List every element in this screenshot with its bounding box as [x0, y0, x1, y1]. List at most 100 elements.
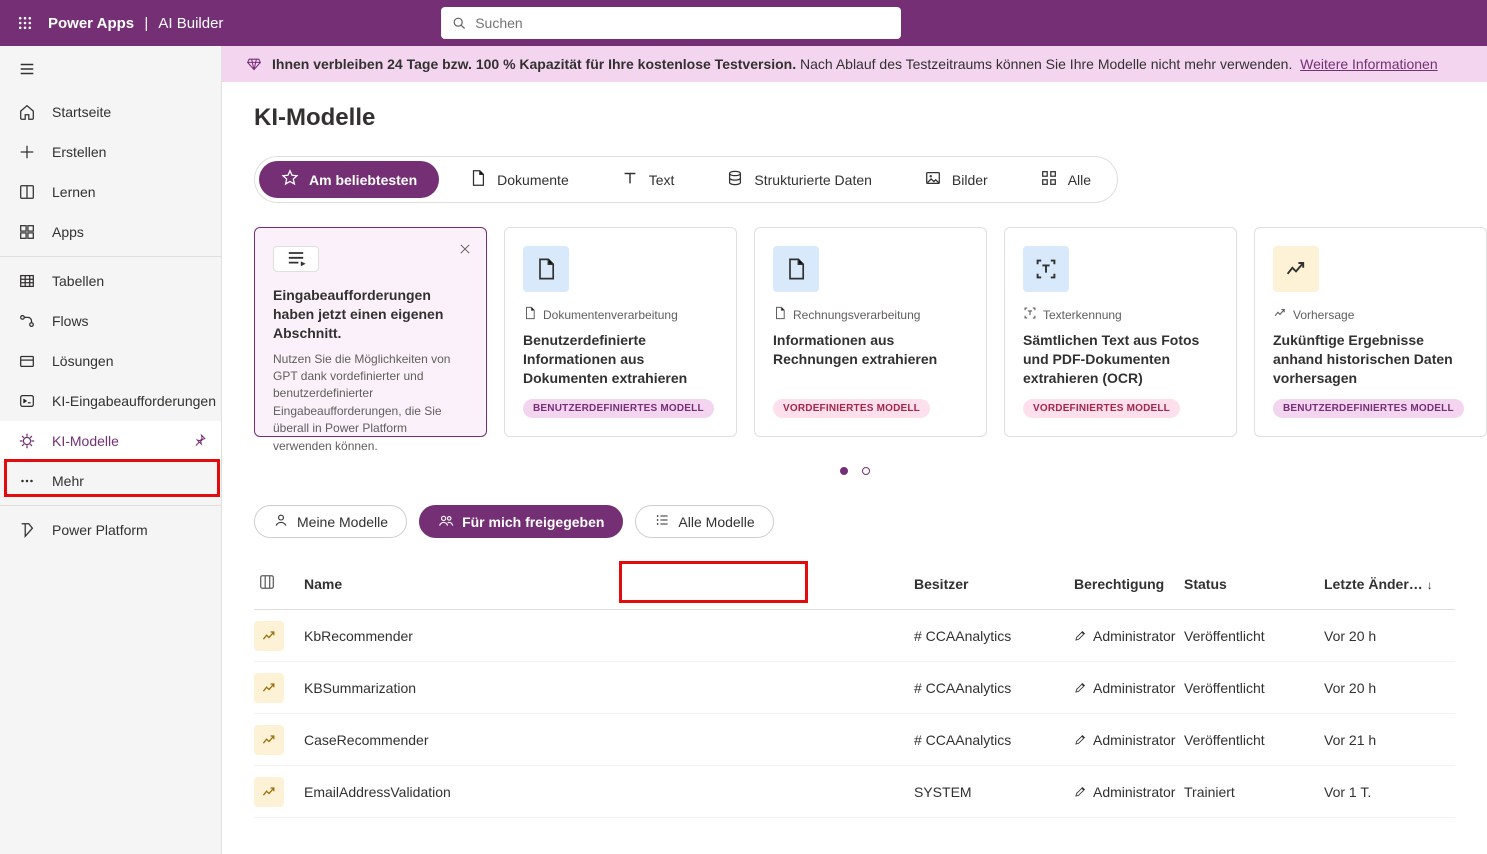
app-icon — [18, 223, 36, 241]
group-icon — [438, 512, 454, 531]
nav-item-book[interactable]: Lernen — [0, 172, 221, 212]
cell-mod: Vor 20 h — [1324, 680, 1464, 696]
pin-icon[interactable] — [193, 433, 207, 450]
col-perm[interactable]: Berechtigung — [1074, 576, 1184, 592]
table-icon — [18, 272, 36, 290]
cell-name: KbRecommender — [304, 628, 914, 644]
more-icon — [18, 472, 36, 490]
model-card[interactable]: Texterkennung Sämtlichen Text aus Fotos … — [1004, 227, 1237, 437]
flow-icon — [18, 312, 36, 330]
cell-owner: # CCAAnalytics — [914, 680, 1074, 696]
trend-icon — [1273, 306, 1287, 323]
banner-more-link[interactable]: Weitere Informationen — [1300, 56, 1437, 72]
trend-icon — [1273, 246, 1319, 292]
model-card[interactable]: Dokumentenverarbeitung Benutzerdefiniert… — [504, 227, 737, 437]
page-title: KI-Modelle — [254, 104, 1487, 132]
cell-perm: Administrator — [1074, 732, 1184, 748]
model-type-badge: BENUTZERDEFINIERTES MODELL — [1273, 399, 1464, 418]
nav-collapse-button[interactable] — [0, 46, 221, 92]
cell-name: CaseRecommender — [304, 732, 914, 748]
cell-status: Veröffentlicht — [1184, 732, 1324, 748]
nav-item-solution[interactable]: Lösungen — [0, 341, 221, 381]
brand-primary: Power Apps — [48, 15, 134, 32]
col-owner[interactable]: Besitzer — [914, 576, 1074, 592]
nav-item-prompt[interactable]: KI-Eingabeaufforderungen — [0, 381, 221, 421]
column-settings-icon[interactable] — [254, 573, 304, 594]
main-content: Ihnen verbleiben 24 Tage bzw. 100 % Kapa… — [222, 46, 1487, 854]
doc-icon — [523, 246, 569, 292]
category-text[interactable]: Text — [599, 161, 697, 198]
table-row[interactable]: CaseRecommender # CCAAnalytics Administr… — [254, 714, 1455, 766]
carousel-dots — [222, 467, 1487, 475]
db-icon — [726, 169, 744, 190]
carousel-dot[interactable] — [840, 467, 848, 475]
model-type-badge: VORDEFINIERTES MODELL — [773, 399, 930, 418]
search-icon — [451, 15, 467, 31]
filter-group[interactable]: Für mich freigegeben — [419, 505, 623, 538]
model-cards-carousel: Eingabeaufforderungen haben jetzt einen … — [254, 227, 1487, 437]
star-icon — [281, 169, 299, 190]
prompt-icon — [273, 246, 319, 272]
category-star[interactable]: Am beliebtesten — [259, 161, 439, 198]
search-input[interactable] — [475, 15, 891, 31]
category-image[interactable]: Bilder — [902, 161, 1010, 198]
ai-icon — [18, 432, 36, 450]
doc-icon — [773, 246, 819, 292]
trend-icon — [254, 777, 284, 807]
close-icon[interactable] — [458, 242, 472, 261]
table-row[interactable]: KbRecommender # CCAAnalytics Administrat… — [254, 610, 1455, 662]
cell-perm: Administrator — [1074, 628, 1184, 644]
cell-perm: Administrator — [1074, 784, 1184, 800]
image-icon — [924, 169, 942, 190]
models-table: Name Besitzer Berechtigung Status Letzte… — [254, 558, 1455, 818]
nav-item-home[interactable]: Startseite — [0, 92, 221, 132]
waffle-button[interactable] — [8, 6, 42, 40]
col-status[interactable]: Status — [1184, 576, 1324, 592]
cell-perm: Administrator — [1074, 680, 1184, 696]
nav-item-plus[interactable]: Erstellen — [0, 132, 221, 172]
model-card[interactable]: Vorhersage Zukünftige Ergebnisse anhand … — [1254, 227, 1487, 437]
cell-status: Veröffentlicht — [1184, 680, 1324, 696]
category-doc[interactable]: Dokumente — [447, 161, 591, 198]
table-row[interactable]: KBSummarization # CCAAnalytics Administr… — [254, 662, 1455, 714]
cell-name: KBSummarization — [304, 680, 914, 696]
ocr-icon — [1023, 246, 1069, 292]
home-icon — [18, 103, 36, 121]
book-icon — [18, 183, 36, 201]
nav-item-more[interactable]: Mehr — [0, 461, 221, 501]
table-row[interactable]: EmailAddressValidation SYSTEM Administra… — [254, 766, 1455, 818]
nav-item-app[interactable]: Apps — [0, 212, 221, 252]
table-header: Name Besitzer Berechtigung Status Letzte… — [254, 558, 1455, 610]
doc-icon — [523, 306, 537, 323]
model-type-badge: VORDEFINIERTES MODELL — [1023, 399, 1180, 418]
nav-item-flow[interactable]: Flows — [0, 301, 221, 341]
category-grid[interactable]: Alle — [1018, 161, 1113, 198]
prompt-icon — [18, 392, 36, 410]
app-header: Power Apps | AI Builder — [0, 0, 1487, 46]
cell-mod: Vor 21 h — [1324, 732, 1464, 748]
left-nav: Startseite Erstellen Lernen Apps Tabelle… — [0, 46, 222, 854]
ocr-icon — [1023, 306, 1037, 323]
model-filter-pills: Meine Modelle Für mich freigegeben Alle … — [254, 505, 1487, 538]
plus-icon — [18, 143, 36, 161]
cell-name: EmailAddressValidation — [304, 784, 914, 800]
gem-icon — [246, 56, 262, 72]
brand-secondary: AI Builder — [158, 15, 223, 32]
nav-item-table[interactable]: Tabellen — [0, 261, 221, 301]
category-db[interactable]: Strukturierte Daten — [704, 161, 894, 198]
user-icon — [273, 512, 289, 531]
promo-card[interactable]: Eingabeaufforderungen haben jetzt einen … — [254, 227, 487, 437]
filter-list[interactable]: Alle Modelle — [635, 505, 773, 538]
nav-item-power-platform[interactable]: Power Platform — [0, 510, 221, 550]
carousel-dot[interactable] — [862, 467, 870, 475]
category-tabs: Am beliebtesten Dokumente Text Strukturi… — [254, 156, 1118, 203]
nav-item-ai[interactable]: KI-Modelle — [0, 421, 221, 461]
col-mod[interactable]: Letzte Änder… ↓ — [1324, 576, 1464, 592]
trend-icon — [254, 725, 284, 755]
filter-user[interactable]: Meine Modelle — [254, 505, 407, 538]
cell-mod: Vor 20 h — [1324, 628, 1464, 644]
col-name[interactable]: Name — [304, 576, 914, 592]
search-box[interactable] — [441, 7, 901, 39]
doc-icon — [469, 169, 487, 190]
model-card[interactable]: Rechnungsverarbeitung Informationen aus … — [754, 227, 987, 437]
